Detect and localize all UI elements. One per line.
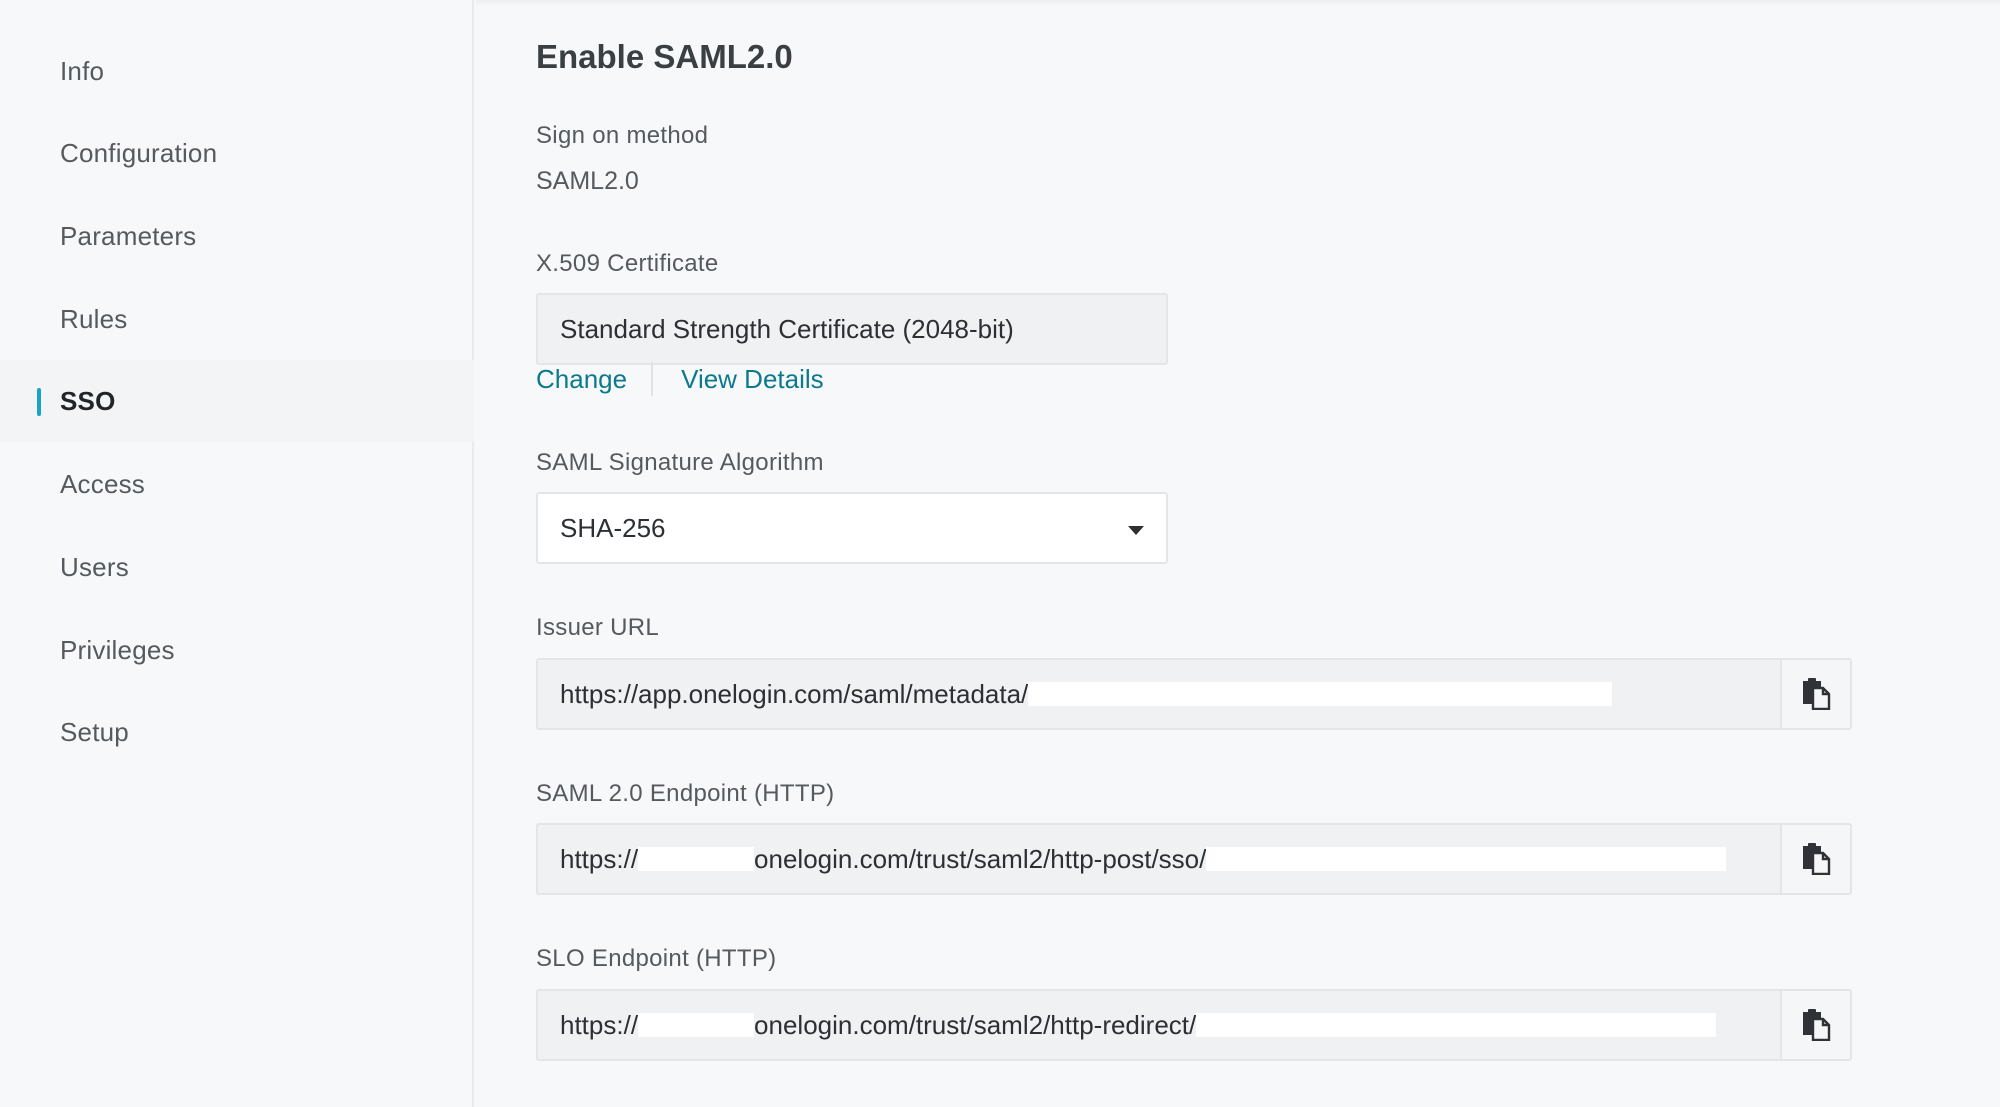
sidebar-item-parameters[interactable]: Parameters	[0, 195, 474, 277]
sidebar-item-privileges[interactable]: Privileges	[0, 609, 474, 691]
page-title: Enable SAML2.0	[536, 38, 793, 75]
redacted-block	[1028, 682, 1613, 706]
chevron-down-icon	[1128, 526, 1144, 535]
copy-saml-endpoint-button[interactable]	[1780, 825, 1850, 893]
sidebar-item-rules[interactable]: Rules	[0, 278, 474, 360]
signature-algorithm-label: SAML Signature Algorithm	[536, 449, 824, 476]
saml-endpoint-field[interactable]: https:// onelogin.com/trust/saml2/http-p…	[536, 823, 1852, 895]
redacted-block	[1206, 847, 1727, 871]
issuer-url-prefix: https://app.onelogin.com/saml/metadata/	[560, 678, 1029, 709]
signature-algorithm-select[interactable]: SHA-256	[536, 492, 1168, 564]
view-details-link[interactable]: View Details	[681, 364, 824, 395]
slo-endpoint-path: onelogin.com/trust/saml2/http-redirect/	[754, 1009, 1197, 1040]
certificate-value: Standard Strength Certificate (2048-bit)	[560, 313, 1014, 344]
sidebar-item-access[interactable]: Access	[0, 443, 474, 525]
certificate-label: X.509 Certificate	[536, 250, 719, 277]
slo-endpoint-label: SLO Endpoint (HTTP)	[536, 945, 777, 972]
issuer-url-field[interactable]: https://app.onelogin.com/saml/metadata/	[536, 658, 1852, 730]
sidebar-item-configuration[interactable]: Configuration	[0, 112, 474, 194]
app-window: Info Configuration Parameters Rules SSO …	[0, 0, 2000, 1107]
sidebar-item-setup[interactable]: Setup	[0, 691, 474, 773]
sign-on-method-label: Sign on method	[536, 122, 709, 149]
sidebar-item-sso[interactable]: SSO	[0, 360, 474, 442]
saml-endpoint-path: onelogin.com/trust/saml2/http-post/sso/	[754, 843, 1207, 874]
copy-icon	[1803, 678, 1831, 710]
certificate-links: Change View Details	[536, 362, 824, 396]
saml-endpoint-label: SAML 2.0 Endpoint (HTTP)	[536, 780, 835, 807]
saml-endpoint-value: https:// onelogin.com/trust/saml2/http-p…	[538, 825, 1782, 893]
redacted-block	[638, 847, 755, 871]
redacted-block	[638, 1013, 755, 1037]
redacted-block	[1196, 1013, 1717, 1037]
issuer-url-value: https://app.onelogin.com/saml/metadata/	[538, 660, 1782, 728]
sidebar-item-users[interactable]: Users	[0, 526, 474, 608]
copy-slo-endpoint-button[interactable]	[1780, 991, 1850, 1059]
copy-icon	[1803, 1009, 1831, 1041]
link-divider	[651, 362, 654, 396]
sign-on-method-value: SAML2.0	[536, 167, 639, 195]
certificate-field: Standard Strength Certificate (2048-bit)	[536, 293, 1168, 365]
saml-endpoint-prefix: https://	[560, 843, 639, 874]
sidebar: Info Configuration Parameters Rules SSO …	[0, 0, 474, 1107]
slo-endpoint-field[interactable]: https:// onelogin.com/trust/saml2/http-r…	[536, 989, 1852, 1061]
sidebar-item-info[interactable]: Info	[0, 30, 474, 112]
sso-panel: Enable SAML2.0 Sign on method SAML2.0 X.…	[476, 0, 2000, 1107]
slo-endpoint-value: https:// onelogin.com/trust/saml2/http-r…	[538, 991, 1782, 1059]
slo-endpoint-prefix: https://	[560, 1009, 639, 1040]
issuer-url-label: Issuer URL	[536, 614, 660, 641]
top-shadow	[476, 0, 2000, 6]
signature-algorithm-value: SHA-256	[560, 512, 666, 543]
change-link[interactable]: Change	[536, 364, 627, 395]
copy-icon	[1803, 843, 1831, 875]
copy-issuer-url-button[interactable]	[1780, 660, 1850, 728]
